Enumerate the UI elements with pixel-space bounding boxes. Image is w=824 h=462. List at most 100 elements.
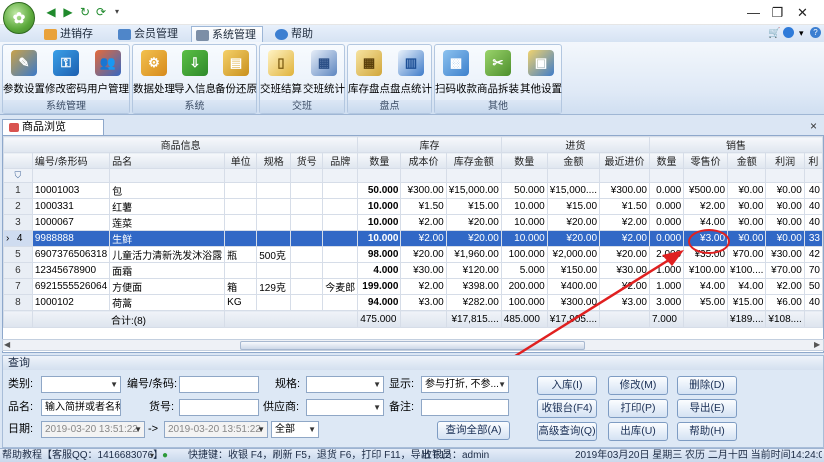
cell-retail-price[interactable]: ¥2.00 (683, 198, 729, 215)
filter-cell-code[interactable] (31, 168, 111, 183)
cashier-button[interactable]: 收银台(F4) (537, 399, 597, 418)
cell-spec[interactable]: 129克 (256, 278, 292, 295)
cell-sales-qty[interactable]: 1.000 (648, 262, 685, 279)
cell-profit-rate[interactable]: 42 (803, 246, 823, 263)
cell-name[interactable]: 生鲜 (109, 230, 226, 247)
cell-purchase-amount[interactable]: ¥15.00 (546, 198, 601, 215)
column-header-last-purchase-price[interactable]: 最近进价 (599, 152, 650, 169)
cell-purchase-qty[interactable]: 10.000 (500, 198, 548, 215)
cell-sales-amount[interactable]: ¥70.00 (727, 246, 767, 263)
cell-purchase-amount[interactable]: ¥300.00 (546, 294, 601, 311)
cell-last-purchase-price[interactable]: ¥300.00 (599, 182, 650, 199)
cell-name[interactable]: 方便面 (109, 278, 226, 295)
cell-retail-price[interactable]: ¥500.00 (683, 182, 729, 199)
cell-profit[interactable]: ¥30.00 (765, 246, 805, 263)
display-select[interactable]: 参与打折, 不参... ▼ (421, 376, 509, 393)
column-header-cost-price[interactable]: 成本价 (400, 152, 447, 169)
cell-name[interactable]: 莲菜 (109, 214, 226, 231)
column-header-item-no[interactable]: 货号 (290, 152, 324, 169)
cell-name[interactable]: 荷蒿 (109, 294, 226, 311)
cell-profit-rate[interactable]: 40 (803, 294, 823, 311)
cell-item-no[interactable] (290, 230, 324, 247)
row-number[interactable]: 6 (3, 262, 33, 279)
tab-members[interactable]: 会员管理 (114, 26, 184, 42)
filter-cell-spec[interactable] (256, 168, 292, 183)
data-processing-button[interactable]: ⚙ 数据处理 (133, 48, 175, 98)
document-tab[interactable]: 商品浏览 (2, 119, 104, 135)
cell-purchase-qty[interactable]: 10.000 (500, 230, 548, 247)
cell-item-no[interactable] (290, 278, 324, 295)
table-row[interactable]: 2 1000331 红薯 10.000 ¥1.50 ¥15.00 10.000 ¥15.00 ¥… (3, 198, 823, 215)
cell-purchase-qty[interactable]: 100.000 (500, 294, 548, 311)
cell-purchase-amount[interactable]: ¥20.00 (546, 230, 601, 247)
cell-stock-qty[interactable]: 94.000 (357, 294, 402, 311)
cell-purchase-amount[interactable]: ¥15,000.... (546, 182, 601, 199)
row-number[interactable]: 8 (3, 294, 33, 311)
other-settings-button[interactable]: ▣ 其他设置 (520, 48, 562, 98)
cell-unit[interactable]: KG (224, 294, 258, 311)
cell-stock-amount[interactable]: ¥1,960.00 (445, 246, 502, 263)
cell-brand[interactable]: 今麦郎 (322, 278, 359, 295)
row-number[interactable]: 7 (3, 278, 33, 295)
cell-last-purchase-price[interactable]: ¥20.00 (599, 246, 650, 263)
column-header-brand[interactable]: 品牌 (322, 152, 359, 169)
cell-sales-amount[interactable]: ¥0.00 (727, 230, 767, 247)
cell-profit-rate[interactable]: 40 (803, 182, 823, 199)
cell-unit[interactable] (224, 182, 258, 199)
column-header-stock-amount[interactable]: 库存金额 (445, 152, 502, 169)
cell-stock-amount[interactable]: ¥20.00 (445, 230, 502, 247)
scrollbar-thumb[interactable] (240, 341, 585, 350)
filter-cell-unit[interactable] (224, 168, 258, 183)
column-header-code[interactable]: 编号/条形码 (31, 152, 111, 169)
cell-stock-qty[interactable]: 4.000 (357, 262, 402, 279)
stocktake-statistics-button[interactable]: ▥ 盘点统计 (390, 48, 432, 98)
category-select[interactable]: ▼ (41, 376, 121, 393)
table-row[interactable]: 8 1000102 荷蒿 KG 94.000 ¥3.00 ¥282.00 100.000 ¥30… (3, 294, 823, 311)
import-info-button[interactable]: ⇩ 导入信息 (174, 48, 216, 98)
cell-profit-rate[interactable]: 70 (803, 262, 823, 279)
cell-profit[interactable]: ¥0.00 (765, 214, 805, 231)
cell-stock-qty[interactable]: 10.000 (357, 214, 402, 231)
cell-brand[interactable] (322, 214, 359, 231)
cell-brand[interactable] (322, 262, 359, 279)
cell-stock-qty[interactable]: 199.000 (357, 278, 402, 295)
query-all-button[interactable]: 查询全部(A) (437, 421, 510, 440)
cell-profit[interactable]: ¥2.00 (765, 278, 805, 295)
column-header-unit[interactable]: 单位 (224, 152, 258, 169)
cell-purchase-qty[interactable]: 5.000 (500, 262, 548, 279)
scroll-left-icon[interactable]: ◀ (4, 340, 10, 349)
cell-profit[interactable]: ¥70.00 (765, 262, 805, 279)
cell-purchase-amount[interactable]: ¥400.00 (546, 278, 601, 295)
cell-sales-amount[interactable]: ¥0.00 (727, 182, 767, 199)
filter-cell-stock-amount[interactable] (445, 168, 502, 183)
edit-button[interactable]: 修改(M) (608, 376, 668, 395)
row-number[interactable]: › 4 (3, 230, 33, 247)
column-header-stock-qty[interactable]: 数量 (357, 152, 402, 169)
cell-spec[interactable] (256, 214, 292, 231)
scan-payment-button[interactable]: ▩ 扫码收款 (435, 48, 477, 98)
help-circle-icon[interactable]: ? (810, 27, 821, 38)
cell-profit-rate[interactable]: 40 (803, 198, 823, 215)
cell-stock-amount[interactable]: ¥20.00 (445, 214, 502, 231)
cell-sales-qty[interactable]: 0.000 (648, 230, 685, 247)
column-header-retail-price[interactable]: 零售价 (683, 152, 729, 169)
cell-item-no[interactable] (290, 262, 324, 279)
tab-help[interactable]: 帮助 (271, 26, 319, 42)
cell-unit[interactable] (224, 230, 258, 247)
code-input[interactable] (179, 376, 259, 393)
cell-sales-qty[interactable]: 3.000 (648, 294, 685, 311)
user-management-button[interactable]: 👥 用户管理 (87, 48, 129, 98)
cell-sales-qty[interactable]: 0.000 (648, 182, 685, 199)
column-header-purchase-amount[interactable]: 金额 (546, 152, 601, 169)
cell-sales-amount[interactable]: ¥4.00 (727, 278, 767, 295)
cell-stock-amount[interactable]: ¥282.00 (445, 294, 502, 311)
row-number[interactable]: 1 (3, 182, 33, 199)
spec-select[interactable]: ▼ (306, 376, 384, 393)
cell-purchase-amount[interactable]: ¥150.00 (546, 262, 601, 279)
date-from-input[interactable]: 2019-03-20 13:51:22 ▼ (41, 421, 145, 438)
cell-code[interactable]: 10001003 (31, 182, 111, 199)
cell-unit[interactable]: 瓶 (224, 246, 258, 263)
row-number[interactable]: 5 (3, 246, 33, 263)
item-no-input[interactable] (179, 399, 259, 416)
backup-restore-button[interactable]: ▤ 备份还原 (215, 48, 257, 98)
